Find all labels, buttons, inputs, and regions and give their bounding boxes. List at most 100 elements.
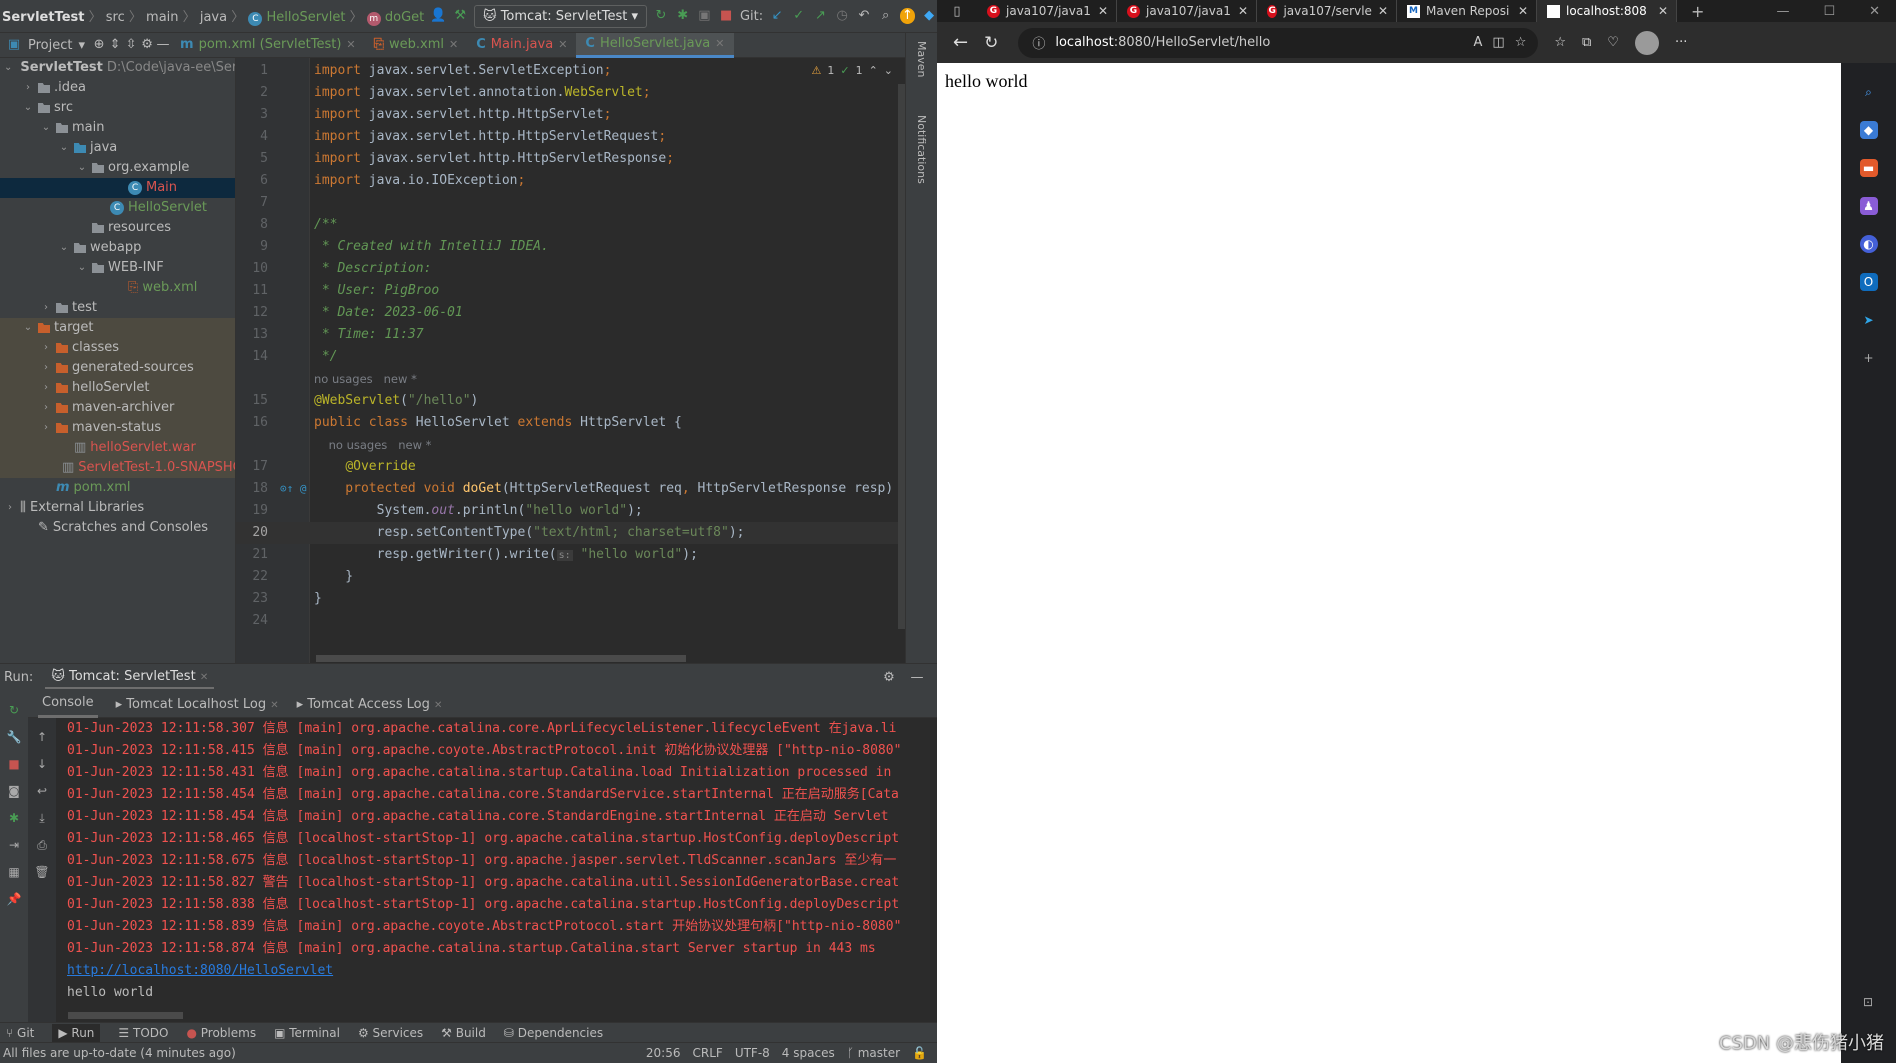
- address-bar[interactable]: ⓘ localhost:8080/HelloServlet/hello A ◫ …: [1018, 27, 1539, 58]
- tree-item[interactable]: ⌄ webapp: [0, 238, 235, 258]
- tool-problems[interactable]: ● Problems: [186, 1026, 256, 1040]
- minimize-icon[interactable]: —: [1776, 4, 1789, 19]
- tab-web-xml[interactable]: ⎘ web.xml ✕: [365, 33, 468, 58]
- tab-actions-icon[interactable]: ▯: [937, 4, 977, 19]
- console-link[interactable]: http://localhost:8080/HelloServlet: [67, 963, 333, 978]
- console-horizontal-scrollbar[interactable]: [68, 1012, 183, 1019]
- tree-item[interactable]: ⌄ target: [0, 318, 235, 338]
- hide-icon[interactable]: —: [155, 37, 171, 53]
- debug-icon[interactable]: ✱: [675, 8, 691, 24]
- favorites-icon[interactable]: ☆: [1554, 35, 1566, 50]
- chevron-right-icon[interactable]: ›: [40, 338, 52, 358]
- usage-hint[interactable]: no usages new *: [314, 438, 432, 452]
- close-tab-icon[interactable]: ✕: [1098, 4, 1108, 18]
- exit-icon[interactable]: ⇥: [6, 837, 22, 853]
- project-view-select[interactable]: ▣ Project ▾: [0, 37, 91, 53]
- back-icon[interactable]: ←: [953, 32, 968, 53]
- tools-icon[interactable]: ▬: [1859, 159, 1878, 177]
- chevron-down-icon[interactable]: ⌄: [22, 98, 34, 118]
- chevron-down-icon[interactable]: ⌄: [58, 238, 70, 258]
- chevron-right-icon[interactable]: ›: [22, 78, 34, 98]
- vertical-scrollbar[interactable]: [898, 84, 905, 629]
- split-screen-icon[interactable]: ◫: [1492, 35, 1504, 50]
- scroll-to-end-icon[interactable]: ⤓: [34, 810, 50, 826]
- git-update-icon[interactable]: ↙: [769, 8, 785, 24]
- rollback-icon[interactable]: ↶: [856, 8, 872, 24]
- debug-icon[interactable]: ✱: [6, 810, 22, 826]
- usage-hint[interactable]: no usages new *: [314, 372, 417, 386]
- tree-item[interactable]: › maven-status: [0, 418, 235, 438]
- close-tab-icon[interactable]: ✕: [1238, 4, 1248, 18]
- browser-tab[interactable]: 🐱 localhost:808 ✕: [1537, 0, 1677, 22]
- camera-icon[interactable]: ◙: [6, 783, 22, 799]
- chevron-right-icon[interactable]: ›: [40, 378, 52, 398]
- inspection-widget[interactable]: ⚠ 1 ✓ 1 ⌃ ⌄: [811, 64, 893, 77]
- chevron-right-icon[interactable]: ›: [40, 418, 52, 438]
- plugin-icon[interactable]: ◆: [921, 8, 937, 24]
- tree-item[interactable]: › test: [0, 298, 235, 318]
- collapse-all-icon[interactable]: ⇳: [123, 37, 139, 53]
- new-tab-icon[interactable]: +: [1677, 2, 1718, 21]
- tab-main-java[interactable]: C Main.java ✕: [467, 33, 576, 58]
- file-encoding[interactable]: UTF-8: [735, 1046, 770, 1060]
- chevron-down-icon[interactable]: ⌄: [76, 258, 88, 278]
- notifications-tool-button[interactable]: Notifications: [915, 115, 928, 184]
- layout-icon[interactable]: ▦: [6, 864, 22, 880]
- close-icon[interactable]: ✕: [200, 672, 208, 683]
- tool-todo[interactable]: ☰ TODO: [118, 1026, 168, 1040]
- tree-item[interactable]: ⌄ main: [0, 118, 235, 138]
- trash-icon[interactable]: 🗑: [34, 864, 50, 880]
- close-icon[interactable]: ✕: [558, 33, 567, 57]
- rerun-icon[interactable]: ↻: [6, 702, 22, 718]
- minimize-icon[interactable]: —: [909, 670, 925, 686]
- chevron-down-icon[interactable]: ⌄: [76, 158, 88, 178]
- tree-item[interactable]: ⌄ src: [0, 98, 235, 118]
- tool-run[interactable]: ▶ Run: [52, 1023, 101, 1042]
- git-branch[interactable]: ᚴ master: [847, 1046, 900, 1060]
- tree-item[interactable]: ⌄ java: [0, 138, 235, 158]
- send-icon[interactable]: ➤: [1860, 311, 1878, 329]
- close-tab-icon[interactable]: ✕: [1518, 4, 1528, 18]
- more-menu-icon[interactable]: ···: [1675, 35, 1687, 50]
- tab-helloservlet-java[interactable]: C HelloServlet.java ✕: [576, 32, 734, 58]
- locate-icon[interactable]: ⊕: [91, 37, 107, 53]
- soft-wrap-icon[interactable]: ↩: [34, 783, 50, 799]
- code-editor[interactable]: 1 import javax.servlet.ServletException; 2…: [236, 58, 905, 663]
- coverage-icon[interactable]: ▣: [697, 8, 713, 24]
- stop-icon[interactable]: ■: [6, 756, 22, 772]
- expand-all-icon[interactable]: ⇕: [107, 37, 123, 53]
- up-arrow-icon[interactable]: ↑: [34, 729, 50, 745]
- tool-dependencies[interactable]: ⛁ Dependencies: [504, 1026, 603, 1040]
- tool-git[interactable]: ⑂ Git: [6, 1026, 34, 1040]
- down-arrow-icon[interactable]: ↓: [34, 756, 50, 772]
- tab-pom-xml-servlettest-[interactable]: m pom.xml (ServletTest) ✕: [171, 33, 365, 58]
- tool-build[interactable]: ⚒ Build: [441, 1026, 486, 1040]
- read-aloud-icon[interactable]: A: [1473, 35, 1482, 50]
- close-icon[interactable]: ✕: [434, 700, 442, 711]
- tree-item[interactable]: ⎘ web.xml: [0, 278, 235, 298]
- browser-essentials-icon[interactable]: ♡: [1607, 35, 1619, 50]
- caret-position[interactable]: 20:56: [646, 1046, 681, 1060]
- tab-tomcat-access-log[interactable]: ▸ Tomcat Access Log ✕: [297, 697, 443, 712]
- tree-item[interactable]: ✎ Scratches and Consoles: [0, 518, 235, 538]
- refresh-icon[interactable]: ↻: [984, 33, 998, 53]
- add-favorite-icon[interactable]: ☆: [1515, 35, 1527, 50]
- tool-terminal[interactable]: ▣ Terminal: [274, 1026, 340, 1040]
- wrench-icon[interactable]: 🔧: [6, 729, 22, 745]
- tree-item[interactable]: C HelloServlet: [0, 198, 235, 218]
- gear-icon[interactable]: ⚙: [139, 37, 155, 53]
- browser-tab[interactable]: Gjava107/servle ✕: [1257, 0, 1397, 22]
- run-config-tab[interactable]: 🐱 Tomcat: ServletTest ✕: [45, 666, 215, 689]
- breadcrumb-src[interactable]: src: [106, 10, 125, 25]
- maximize-icon[interactable]: ☐: [1823, 4, 1835, 19]
- chevron-down-icon[interactable]: ⌄: [58, 138, 70, 158]
- tree-item[interactable]: › .idea: [0, 78, 235, 98]
- override-gutter-icon[interactable]: ⊙↑ @: [280, 478, 307, 500]
- user-icon[interactable]: 👤: [430, 8, 446, 24]
- copilot-icon[interactable]: ◐: [1859, 235, 1878, 253]
- shopping-icon[interactable]: ◆: [1859, 121, 1878, 139]
- close-icon[interactable]: ✕: [449, 33, 458, 57]
- chevron-right-icon[interactable]: ›: [40, 298, 52, 318]
- prev-highlight-icon[interactable]: ⌃: [869, 64, 878, 77]
- chevron-right-icon[interactable]: ›: [40, 398, 52, 418]
